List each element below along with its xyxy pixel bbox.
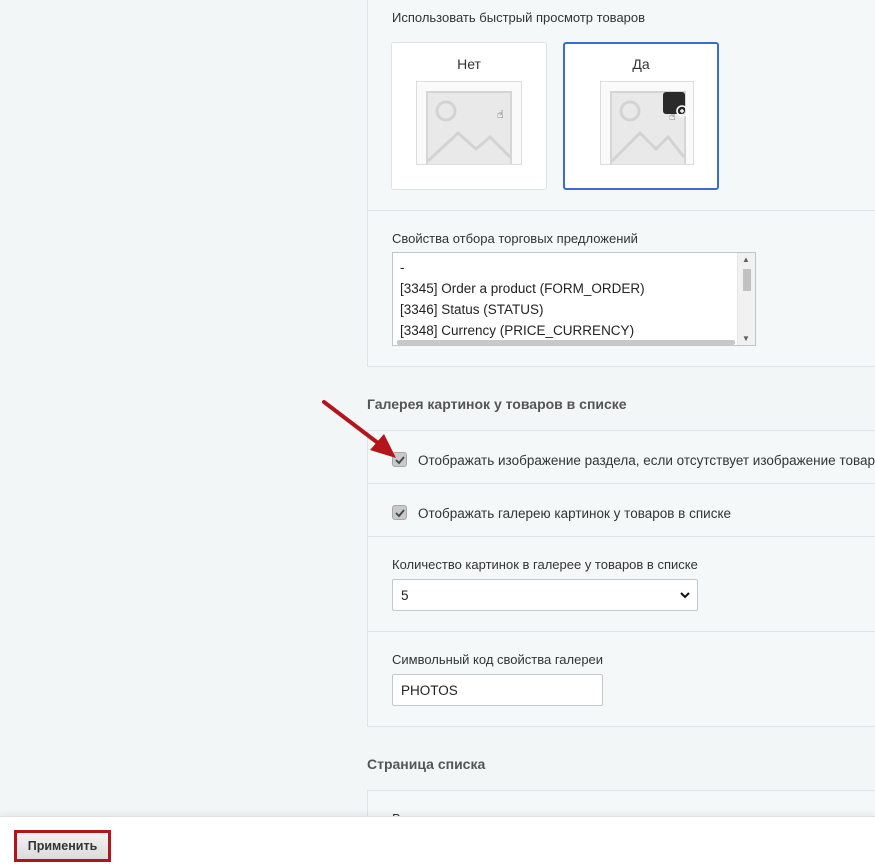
list-item[interactable]: [3348] Currency (PRICE_CURRENCY)	[393, 320, 755, 341]
offer-props-block: Свойства отбора торговых предложений - […	[367, 210, 875, 367]
list-item[interactable]: [3345] Order a product (FORM_ORDER)	[393, 278, 755, 299]
list-item[interactable]: [3346] Status (STATUS)	[393, 299, 755, 320]
show-gallery-label: Отображать галерею картинок у товаров в …	[418, 506, 732, 521]
list-item[interactable]: -	[393, 257, 755, 278]
hand-cursor-icon: ☝	[497, 109, 504, 121]
gallery-prop-code-input[interactable]: PHOTOS	[392, 674, 603, 706]
quick-view-block: Использовать быстрый просмотр товаров Не…	[367, 0, 875, 211]
gallery-prop-code-block: Символьный код свойства галереи PHOTOS	[367, 631, 875, 727]
listbox-scrollbar[interactable]: ▲ ▼	[737, 253, 755, 345]
show-section-image-block: Отображать изображение раздела, если отс…	[367, 430, 875, 484]
footer-bar: Применить	[0, 816, 875, 868]
scroll-up-icon[interactable]: ▲	[742, 255, 750, 264]
gallery-count-select[interactable]: 5	[392, 579, 698, 611]
show-gallery-checkbox[interactable]	[392, 505, 407, 520]
gallery-count-value: 5	[401, 588, 409, 603]
quick-view-option-yes[interactable]: Да ☝	[563, 42, 719, 190]
horizontal-scrollbar[interactable]	[397, 340, 735, 345]
quick-view-label: Использовать быстрый просмотр товаров	[392, 10, 646, 25]
scrollbar-thumb[interactable]	[743, 269, 751, 291]
gallery-count-label: Количество картинок в галерее у товаров …	[392, 557, 698, 572]
chevron-down-icon	[680, 592, 690, 599]
quick-view-option-yes-label: Да	[632, 56, 650, 72]
offer-props-label: Свойства отбора торговых предложений	[392, 231, 638, 246]
image-placeholder-icon: ☝	[600, 81, 694, 165]
show-gallery-block: Отображать галерею картинок у товаров в …	[367, 483, 875, 537]
quick-view-option-no[interactable]: Нет ☝	[391, 42, 547, 190]
hand-cursor-icon: ☝	[669, 111, 676, 123]
list-page-section-title: Страница списка	[367, 756, 486, 772]
gallery-count-block: Количество картинок в галерее у товаров …	[367, 536, 875, 632]
scroll-down-icon[interactable]: ▼	[742, 334, 750, 343]
quick-view-option-no-label: Нет	[457, 56, 481, 72]
show-section-image-label: Отображать изображение раздела, если отс…	[418, 453, 875, 468]
annotation-arrow-icon	[322, 400, 396, 458]
offer-props-listbox[interactable]: - [3345] Order a product (FORM_ORDER) [3…	[392, 252, 756, 346]
gallery-prop-code-label: Символьный код свойства галереи	[392, 652, 604, 667]
apply-button[interactable]: Применить	[14, 830, 111, 862]
gallery-prop-code-value: PHOTOS	[401, 683, 458, 698]
image-placeholder-icon: ☝	[416, 81, 522, 165]
